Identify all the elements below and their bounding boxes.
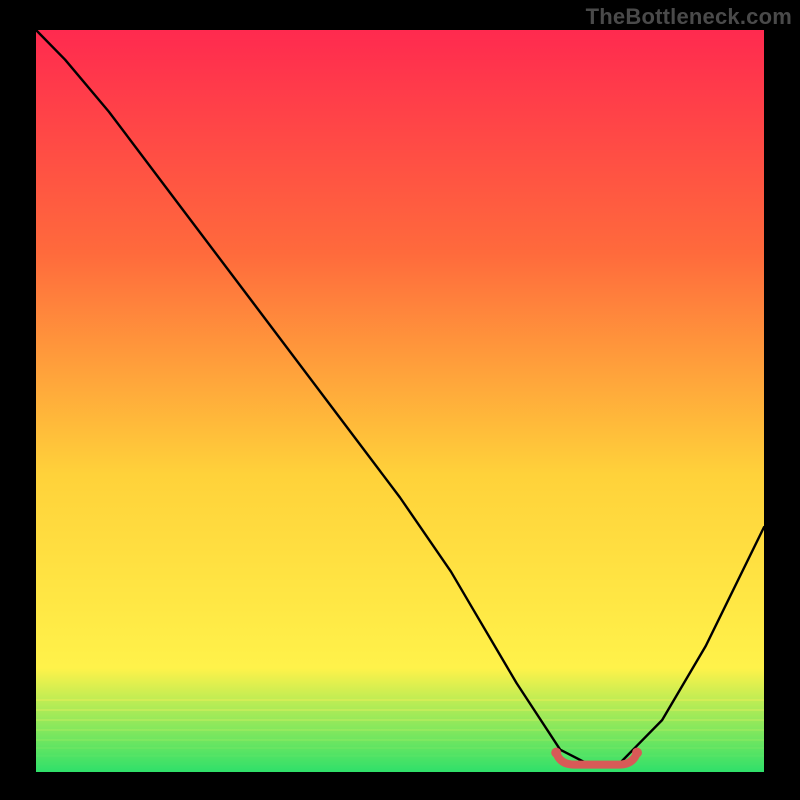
watermark-text: TheBottleneck.com	[586, 4, 792, 30]
chart-frame: TheBottleneck.com	[0, 0, 800, 800]
plot-area	[36, 30, 764, 772]
optimal-band-dot-left	[551, 748, 561, 758]
optimal-band-dot-right	[632, 748, 642, 758]
bottleneck-chart	[0, 0, 800, 800]
